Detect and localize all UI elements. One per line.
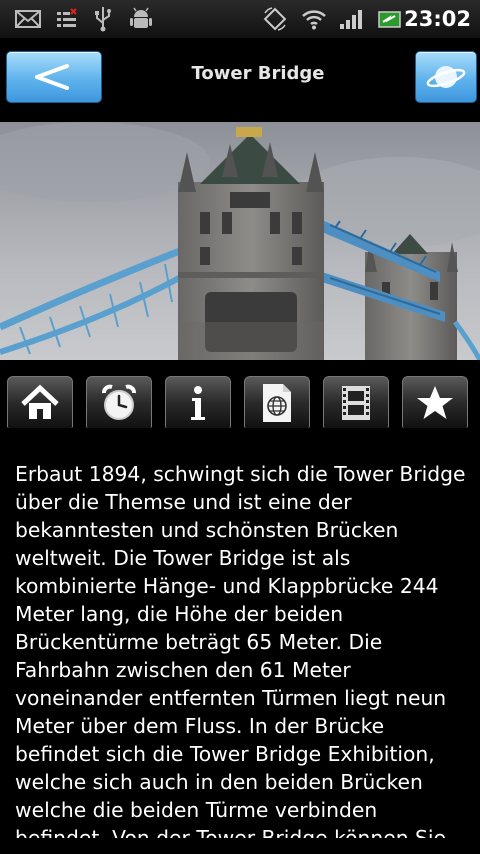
status-time: 23:02 [404,7,471,31]
web-document-icon [263,383,291,422]
film-strip-icon [342,385,370,420]
tab-web[interactable] [244,376,310,428]
star-icon [417,385,453,419]
tower-bridge-photo [0,122,480,360]
tab-info[interactable] [165,376,231,428]
description-text: Erbaut 1894, schwingt sich die Tower Bri… [15,462,466,838]
screen-rotation-icon [262,0,288,38]
mail-icon [14,0,42,38]
tab-toolbar [0,376,480,430]
android-debug-icon [129,0,153,38]
planet-icon [426,66,466,88]
alarm-clock-icon [102,384,136,420]
tab-home[interactable] [7,376,73,428]
page-title: Tower Bridge [191,63,325,84]
notification-icon [56,0,78,38]
battery-icon [377,0,403,38]
usb-icon [93,0,113,38]
tab-video[interactable] [323,376,389,428]
wifi-icon [300,0,328,38]
back-button[interactable] [6,51,102,103]
home-icon [21,384,59,419]
web-button[interactable] [415,51,477,103]
back-arrow-icon [35,64,69,90]
info-icon [191,385,205,420]
tab-opening-hours[interactable] [86,376,152,428]
signal-icon [338,0,364,38]
tab-favorite[interactable] [402,376,468,428]
status-bar: 23:02 [0,0,480,38]
title-bar: Tower Bridge [0,38,480,120]
